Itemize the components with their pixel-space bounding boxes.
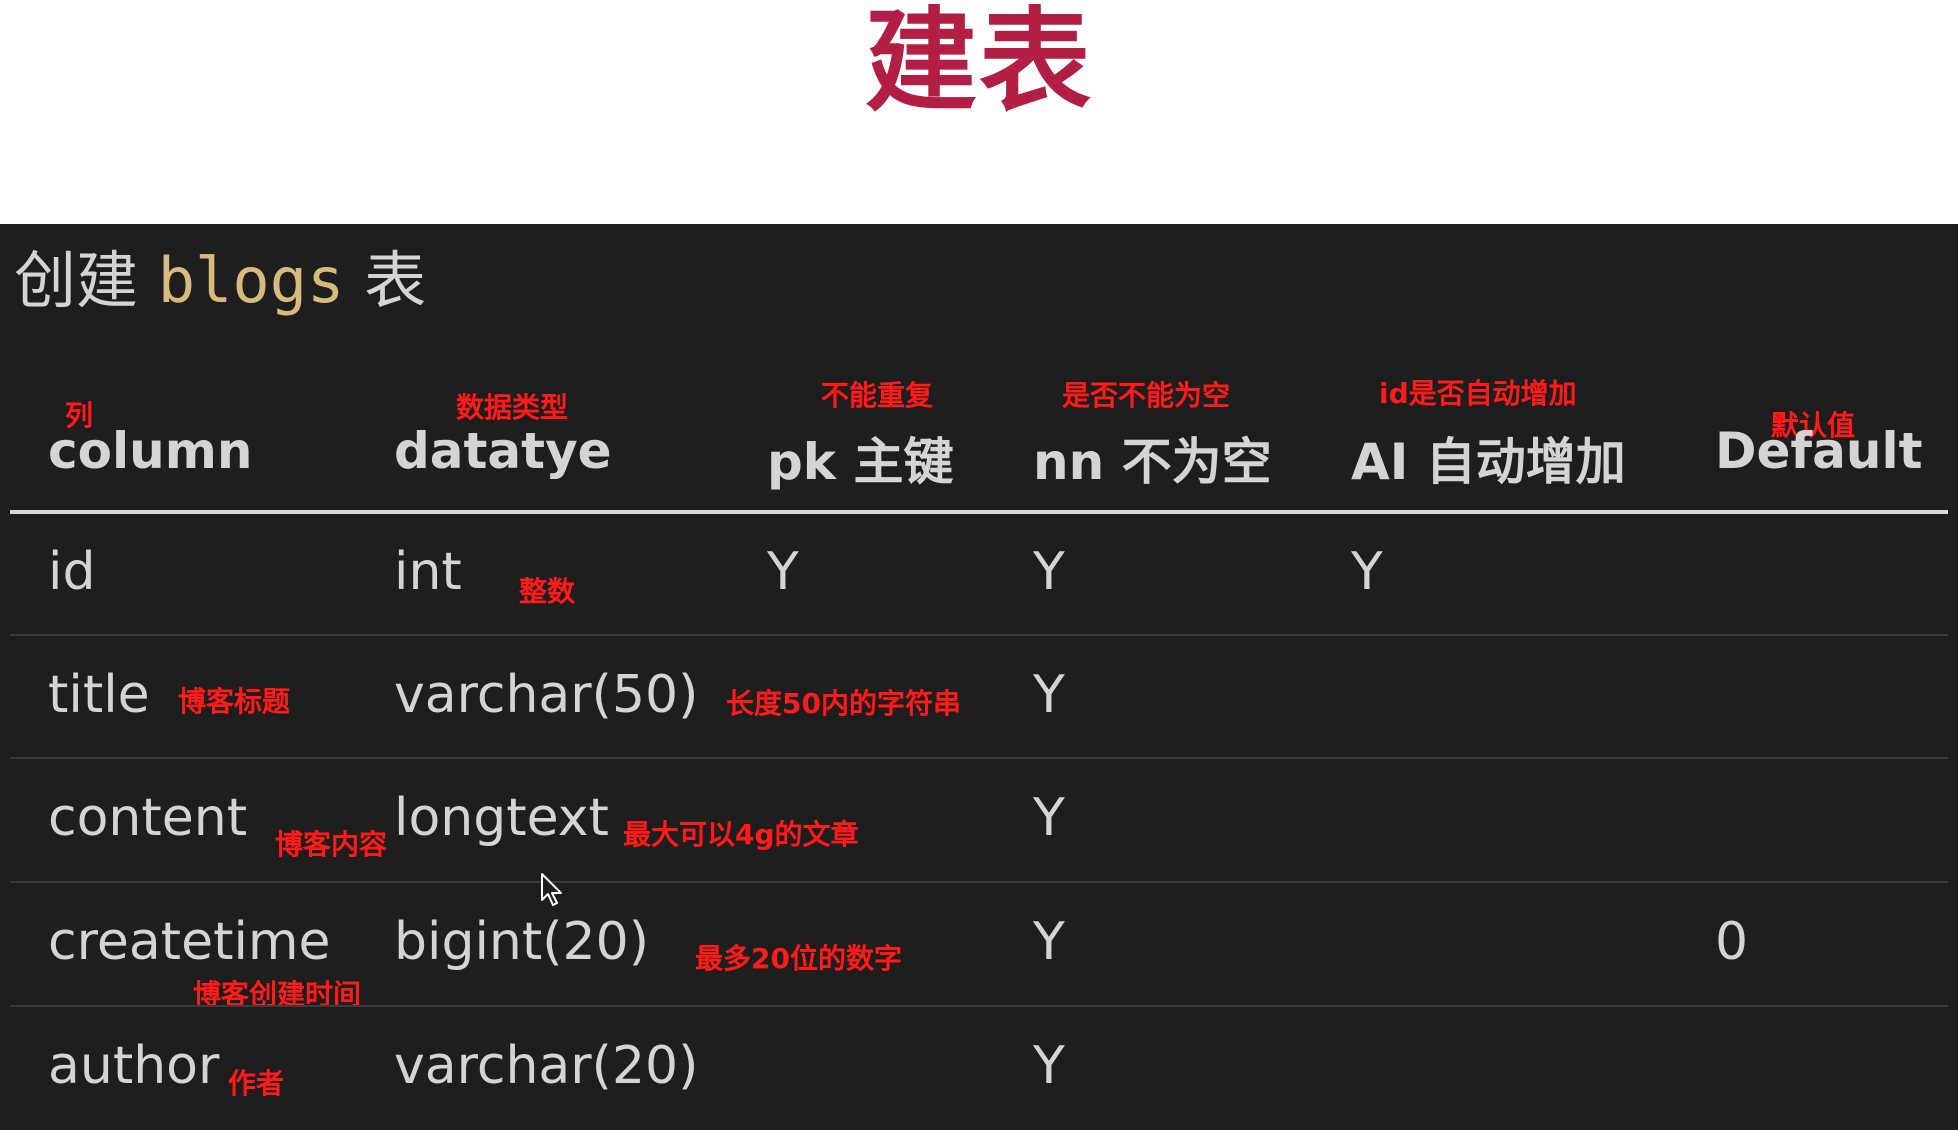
- cell-default: 0: [1715, 912, 1749, 972]
- cell-datatype-note: 最多20位的数字: [695, 942, 902, 975]
- mouse-pointer-icon: [541, 873, 562, 906]
- cell-datatype: varchar(50): [394, 665, 699, 725]
- cell-column: author: [48, 1036, 220, 1096]
- row-divider: [10, 634, 1948, 636]
- cell-column: id: [48, 542, 96, 602]
- cell-column: title: [48, 665, 150, 725]
- cell-datatype-note: 最大可以4g的文章: [623, 818, 859, 851]
- header-datatype: datatye: [394, 422, 612, 480]
- cell-datatype-note: 整数: [519, 575, 576, 608]
- cell-datatype: longtext: [394, 788, 609, 848]
- cell-column-note: 作者: [228, 1067, 285, 1100]
- cell-column-note: 博客标题: [178, 685, 291, 718]
- cell-column-note: 博客创建时间: [193, 978, 362, 1011]
- cell-ai: Y: [1351, 542, 1383, 602]
- cell-datatype-note: 长度50内的字符串: [726, 687, 961, 720]
- header-divider: [10, 510, 1948, 514]
- header-nn: nn 不为空: [1033, 433, 1272, 491]
- cell-nn: Y: [1033, 665, 1065, 725]
- header-default: Default: [1715, 422, 1923, 480]
- cell-datatype: varchar(20): [394, 1036, 699, 1096]
- cell-pk: Y: [767, 542, 799, 602]
- row-divider: [10, 1005, 1948, 1007]
- header-note-datatype: 数据类型: [456, 391, 569, 424]
- header-ai: AI 自动增加: [1351, 433, 1626, 491]
- header-pk: pk 主键: [767, 433, 954, 491]
- schema-table: 列 column 数据类型 datatye 不能重复 pk 主键 是否不能为空 …: [10, 224, 1948, 1130]
- cell-nn: Y: [1033, 788, 1065, 848]
- cell-datatype: int: [394, 542, 462, 602]
- cell-column: content: [48, 788, 248, 848]
- slide: 建表 创建 blogs 表 列 column 数据类型 datatye 不能重复…: [0, 0, 1958, 1130]
- header-column: column: [48, 422, 253, 480]
- header-note-pk: 不能重复: [821, 379, 934, 412]
- cell-nn: Y: [1033, 542, 1065, 602]
- cell-nn: Y: [1033, 1036, 1065, 1096]
- cell-column: createtime: [48, 912, 331, 972]
- row-divider: [10, 757, 1948, 759]
- header-note-nn: 是否不能为空: [1062, 379, 1231, 412]
- cell-nn: Y: [1033, 912, 1065, 972]
- header-note-ai: id是否自动增加: [1379, 377, 1577, 410]
- slide-title: 建表: [865, 0, 1093, 127]
- code-panel: 创建 blogs 表 列 column 数据类型 datatye 不能重复 pk…: [0, 224, 1958, 1130]
- cell-datatype: bigint(20): [394, 912, 649, 972]
- cell-column-note: 博客内容: [275, 828, 388, 861]
- row-divider: [10, 881, 1948, 883]
